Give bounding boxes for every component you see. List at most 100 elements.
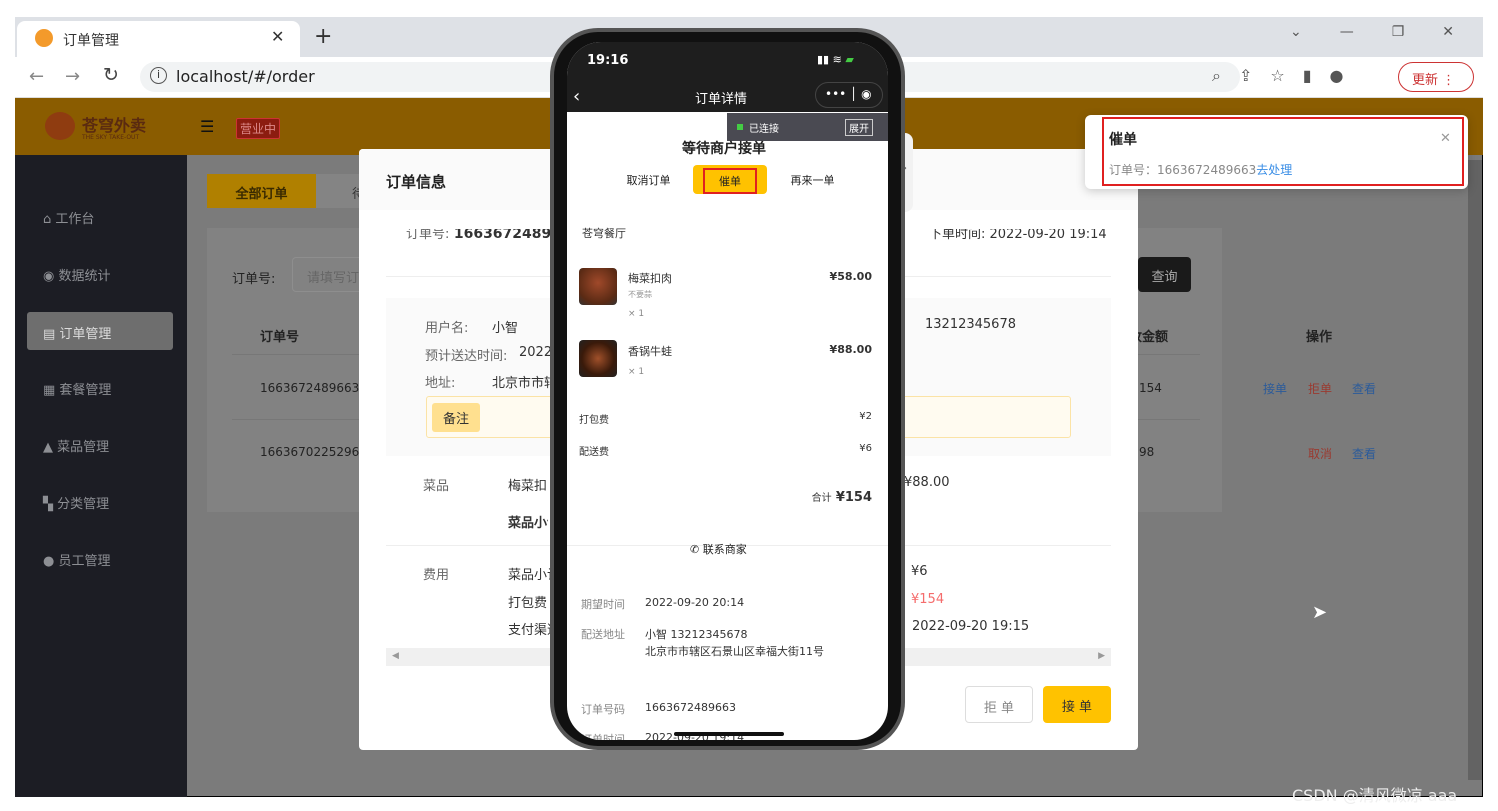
info-value: 1663672489663	[645, 701, 736, 714]
contact-merchant-button[interactable]: ✆ 联系商家	[690, 541, 747, 557]
order-no-label: 订单号:	[406, 229, 450, 242]
sidebar-item-label: 数据统计	[58, 269, 111, 284]
delivery-fee-label: 配送费	[579, 447, 609, 458]
update-label: 更新	[1412, 73, 1439, 88]
dish-name: 梅菜扣	[508, 479, 548, 494]
view-link[interactable]: 查看	[1352, 445, 1376, 462]
page-scrollbar[interactable]	[1468, 160, 1482, 780]
search-label: 订单号:	[232, 272, 276, 287]
address-value: 北京市市辖	[492, 376, 558, 391]
forward-icon[interactable]: →	[65, 66, 80, 87]
fee-section-label: 费用	[423, 568, 450, 583]
logo	[45, 112, 75, 140]
sidebar-item-category[interactable]: ▚ 分类管理	[27, 482, 173, 520]
close-icon[interactable]: ✕	[1440, 131, 1451, 146]
contact-label: 联系商家	[702, 543, 747, 556]
phone-icon: ✆	[690, 543, 700, 556]
phone-screen: 19:16 ▮▮ ≋ ▰ ‹ 订单详情 ••• │ ◉ 已连接 展开 等待商户接…	[567, 42, 888, 740]
input-placeholder: 请填写订	[307, 271, 360, 286]
window-controls[interactable]: ⌄—❐✕	[1290, 24, 1492, 40]
button-label: 接 单	[1061, 700, 1093, 715]
mouse-cursor-icon: ➤	[1312, 602, 1328, 623]
tab-all-orders[interactable]: 全部订单	[207, 174, 316, 208]
sidebar	[15, 155, 187, 797]
watermark: CSDN @清风微凉 aaa	[1292, 786, 1458, 805]
cancel-order-button[interactable]: 取消订单	[612, 165, 685, 193]
fee-value: ¥6	[911, 564, 928, 579]
info-value: 小智 13212345678	[645, 628, 748, 641]
close-tab-icon[interactable]: ✕	[271, 27, 284, 46]
sidebar-item-label: 订单管理	[59, 327, 112, 342]
order-status-title: 等待商户接单	[682, 141, 766, 157]
sidebar-item-employees[interactable]: ● 员工管理	[27, 539, 173, 577]
status-time: 19:16	[587, 53, 629, 68]
sidebar-item-orders[interactable]: ▤ 订单管理	[27, 312, 173, 350]
reject-button[interactable]: 拒 单	[965, 686, 1033, 723]
reload-icon[interactable]: ↻	[103, 64, 119, 86]
order-total: 合计 ¥154	[812, 489, 872, 505]
cancel-link[interactable]: 取消	[1308, 445, 1332, 462]
info-label: 订单号码	[581, 703, 625, 716]
go-handle-link[interactable]: 去处理	[1256, 163, 1292, 177]
pack-fee-value: ¥2	[859, 411, 872, 422]
back-icon[interactable]: ←	[29, 66, 44, 87]
accept-link[interactable]: 接单	[1263, 380, 1287, 397]
pay-time-value: 2022-09-20 19:15	[912, 619, 1030, 634]
signal-wifi-battery-icons: ▮▮ ≋ ▰	[817, 53, 854, 66]
logo-subtitle: THE SKY TAKE-OUT	[82, 134, 140, 141]
info-label: 配送地址	[581, 628, 625, 641]
reorder-button[interactable]: 再来一单	[775, 165, 850, 193]
favicon-icon	[35, 29, 53, 47]
notification-title: 催单	[1109, 132, 1137, 148]
query-button[interactable]: 查询	[1138, 257, 1191, 292]
column-header: 操作	[1306, 330, 1333, 345]
update-button[interactable]: 更新 ⋮	[1398, 62, 1474, 92]
dish-image	[579, 268, 617, 305]
new-tab-icon[interactable]: +	[314, 24, 332, 49]
info-icon: i	[150, 67, 167, 84]
sidebar-item-label: 员工管理	[58, 554, 111, 569]
debug-status: 已连接	[749, 124, 779, 135]
total-value: ¥154	[911, 592, 945, 607]
menu-collapse-icon[interactable]: ☰	[200, 117, 214, 136]
phone-value: 13212345678	[925, 317, 1016, 332]
debug-banner: 已连接 展开	[727, 113, 888, 141]
home-indicator	[674, 732, 784, 736]
dialog-title: 订单信息	[386, 173, 447, 191]
order-id: 1663672489663	[260, 381, 360, 395]
notification-body: 订单号：1663672489663去处理	[1109, 161, 1292, 178]
fee-label: 打包费	[508, 596, 548, 611]
url-text: localhost/#/order	[176, 67, 315, 86]
back-icon[interactable]: ‹	[573, 86, 580, 107]
info-value: 北京市市辖区石景山区幸福大街11号	[645, 645, 824, 658]
order-amount: 98	[1139, 445, 1155, 459]
dish-price: ¥58.00	[829, 270, 872, 283]
dish-qty: × 1	[628, 309, 645, 319]
browser-toolbar-icons[interactable]: ⌕⇪☆▮●	[1212, 66, 1361, 86]
user-value: 小智	[492, 321, 519, 336]
debug-expand-button[interactable]: 展开	[845, 119, 873, 136]
dish-qty: × 1	[628, 367, 645, 377]
sidebar-item-label: 套餐管理	[59, 383, 112, 398]
sidebar-item-workbench[interactable]: ⌂ 工作台	[27, 197, 173, 235]
logo-text: 苍穹外卖	[82, 116, 147, 135]
urge-order-button[interactable]: 催单	[693, 165, 767, 194]
info-label: 订单时间	[581, 733, 625, 740]
dish-image	[579, 340, 617, 377]
order-time: 下单时间: 2022-09-20 19:14	[929, 229, 1107, 242]
button-label: 拒 单	[983, 701, 1015, 716]
urge-notification: 催单 ✕ 订单号：1663672489663去处理	[1085, 115, 1468, 189]
dish-price: ¥88.00	[904, 475, 950, 490]
reject-link[interactable]: 拒单	[1308, 380, 1332, 397]
browser-tab[interactable]: 订单管理 ✕	[17, 21, 300, 57]
capsule-menu[interactable]: ••• │ ◉	[815, 82, 883, 108]
order-amount: 154	[1139, 381, 1162, 395]
sidebar-item-setmeal[interactable]: ▦ 套餐管理	[27, 368, 173, 406]
sidebar-item-dishes[interactable]: ▲ 菜品管理	[27, 425, 173, 463]
sidebar-item-statistics[interactable]: ◉ 数据统计	[27, 254, 173, 292]
total-value: ¥154	[835, 490, 872, 505]
accept-button[interactable]: 接 单	[1043, 686, 1111, 723]
user-label: 用户名:	[425, 321, 469, 336]
view-link[interactable]: 查看	[1352, 380, 1376, 397]
button-label: 催单	[703, 168, 757, 194]
